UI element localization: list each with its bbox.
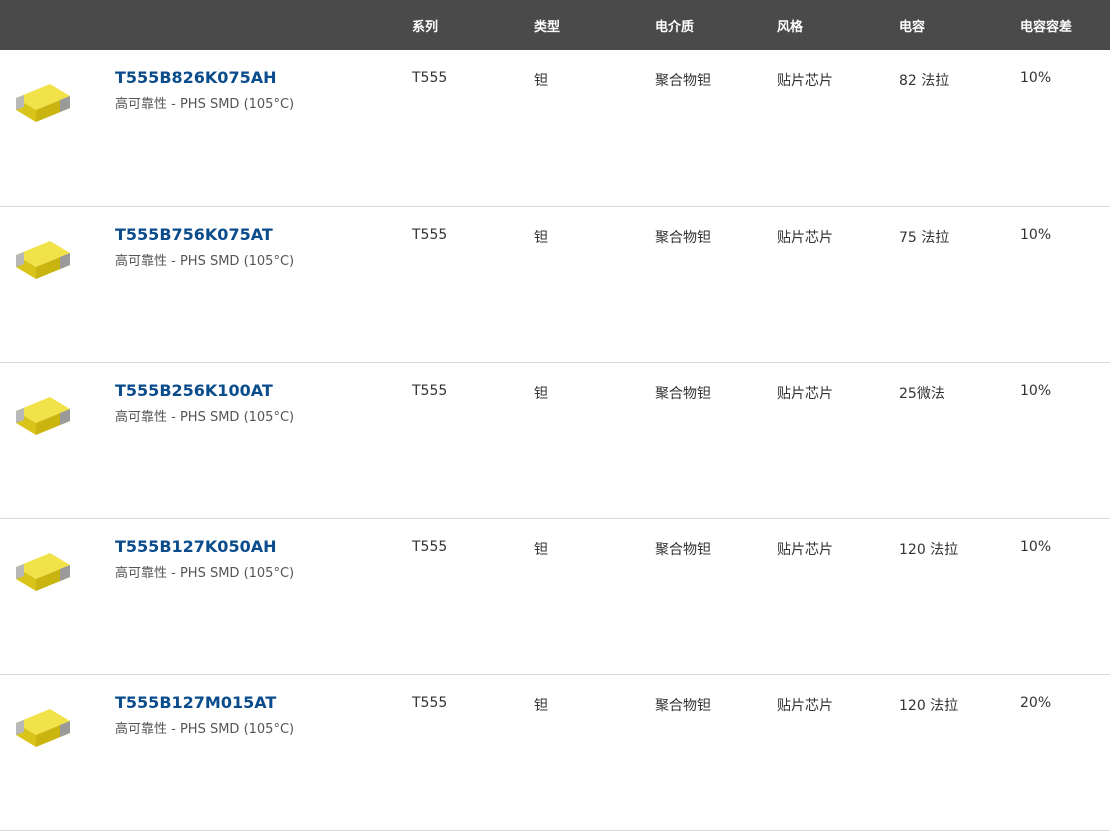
cell-type: 钽 [534,386,548,402]
cell-series: T555 [412,227,448,243]
cell-capacitance: 120 法拉 [899,698,959,714]
column-header-style[interactable]: 风格 [777,16,803,35]
table-row: T555B127K050AH 高可靠性 - PHS SMD (105°C) T5… [0,519,1110,675]
cell-capacitance: 82 法拉 [899,73,950,89]
cell-series: T555 [412,70,448,86]
column-header-series[interactable]: 系列 [412,16,438,35]
cell-series: T555 [412,539,448,555]
cell-series: T555 [412,695,448,711]
part-number-link[interactable]: T555B826K075AH [115,68,276,87]
capacitor-image-icon[interactable] [14,237,72,283]
cell-tolerance: 10% [1020,70,1052,86]
part-number-link[interactable]: T555B127K050AH [115,537,276,556]
capacitor-image-icon[interactable] [14,393,72,439]
cell-tolerance: 10% [1020,383,1052,399]
product-description: 高可靠性 - PHS SMD (105°C) [115,566,295,581]
column-header-dielectric[interactable]: 电介质 [655,16,694,35]
cell-type: 钽 [534,542,548,558]
capacitor-image-icon[interactable] [14,549,72,595]
cell-capacitance: 120 法拉 [899,542,959,558]
column-header-capacitance[interactable]: 电容 [899,16,925,35]
cell-style: 贴片芯片 [777,230,833,246]
cell-tolerance: 20% [1020,695,1052,711]
product-description: 高可靠性 - PHS SMD (105°C) [115,410,295,425]
cell-style: 贴片芯片 [777,386,833,402]
cell-dielectric: 聚合物钽 [655,698,711,714]
cell-series: T555 [412,383,448,399]
capacitor-image-icon[interactable] [14,80,72,126]
capacitor-image-icon[interactable] [14,705,72,751]
table-row: T555B256K100AT 高可靠性 - PHS SMD (105°C) T5… [0,363,1110,519]
product-description: 高可靠性 - PHS SMD (105°C) [115,254,295,269]
table-row: T555B826K075AH 高可靠性 - PHS SMD (105°C) T5… [0,50,1110,207]
part-number-link[interactable]: T555B756K075AT [115,225,273,244]
cell-style: 贴片芯片 [777,542,833,558]
cell-style: 贴片芯片 [777,73,833,89]
table-header: 系列 类型 电介质 风格 电容 电容容差 [0,0,1110,50]
table-row: T555B127M015AT 高可靠性 - PHS SMD (105°C) T5… [0,675,1110,831]
cell-dielectric: 聚合物钽 [655,386,711,402]
cell-dielectric: 聚合物钽 [655,230,711,246]
cell-capacitance: 75 法拉 [899,230,950,246]
cell-tolerance: 10% [1020,539,1052,555]
column-header-type[interactable]: 类型 [534,16,560,35]
part-number-link[interactable]: T555B127M015AT [115,693,276,712]
cell-type: 钽 [534,230,548,246]
cell-dielectric: 聚合物钽 [655,542,711,558]
cell-type: 钽 [534,73,548,89]
cell-dielectric: 聚合物钽 [655,73,711,89]
part-number-link[interactable]: T555B256K100AT [115,381,273,400]
cell-capacitance: 25微法 [899,386,945,402]
cell-type: 钽 [534,698,548,714]
cell-style: 贴片芯片 [777,698,833,714]
table-row: T555B756K075AT 高可靠性 - PHS SMD (105°C) T5… [0,207,1110,363]
cell-tolerance: 10% [1020,227,1052,243]
product-description: 高可靠性 - PHS SMD (105°C) [115,97,295,112]
column-header-tolerance[interactable]: 电容容差 [1020,16,1072,35]
product-table: 系列 类型 电介质 风格 电容 电容容差 T555B826K075AH 高可靠性… [0,0,1110,831]
product-description: 高可靠性 - PHS SMD (105°C) [115,722,295,737]
